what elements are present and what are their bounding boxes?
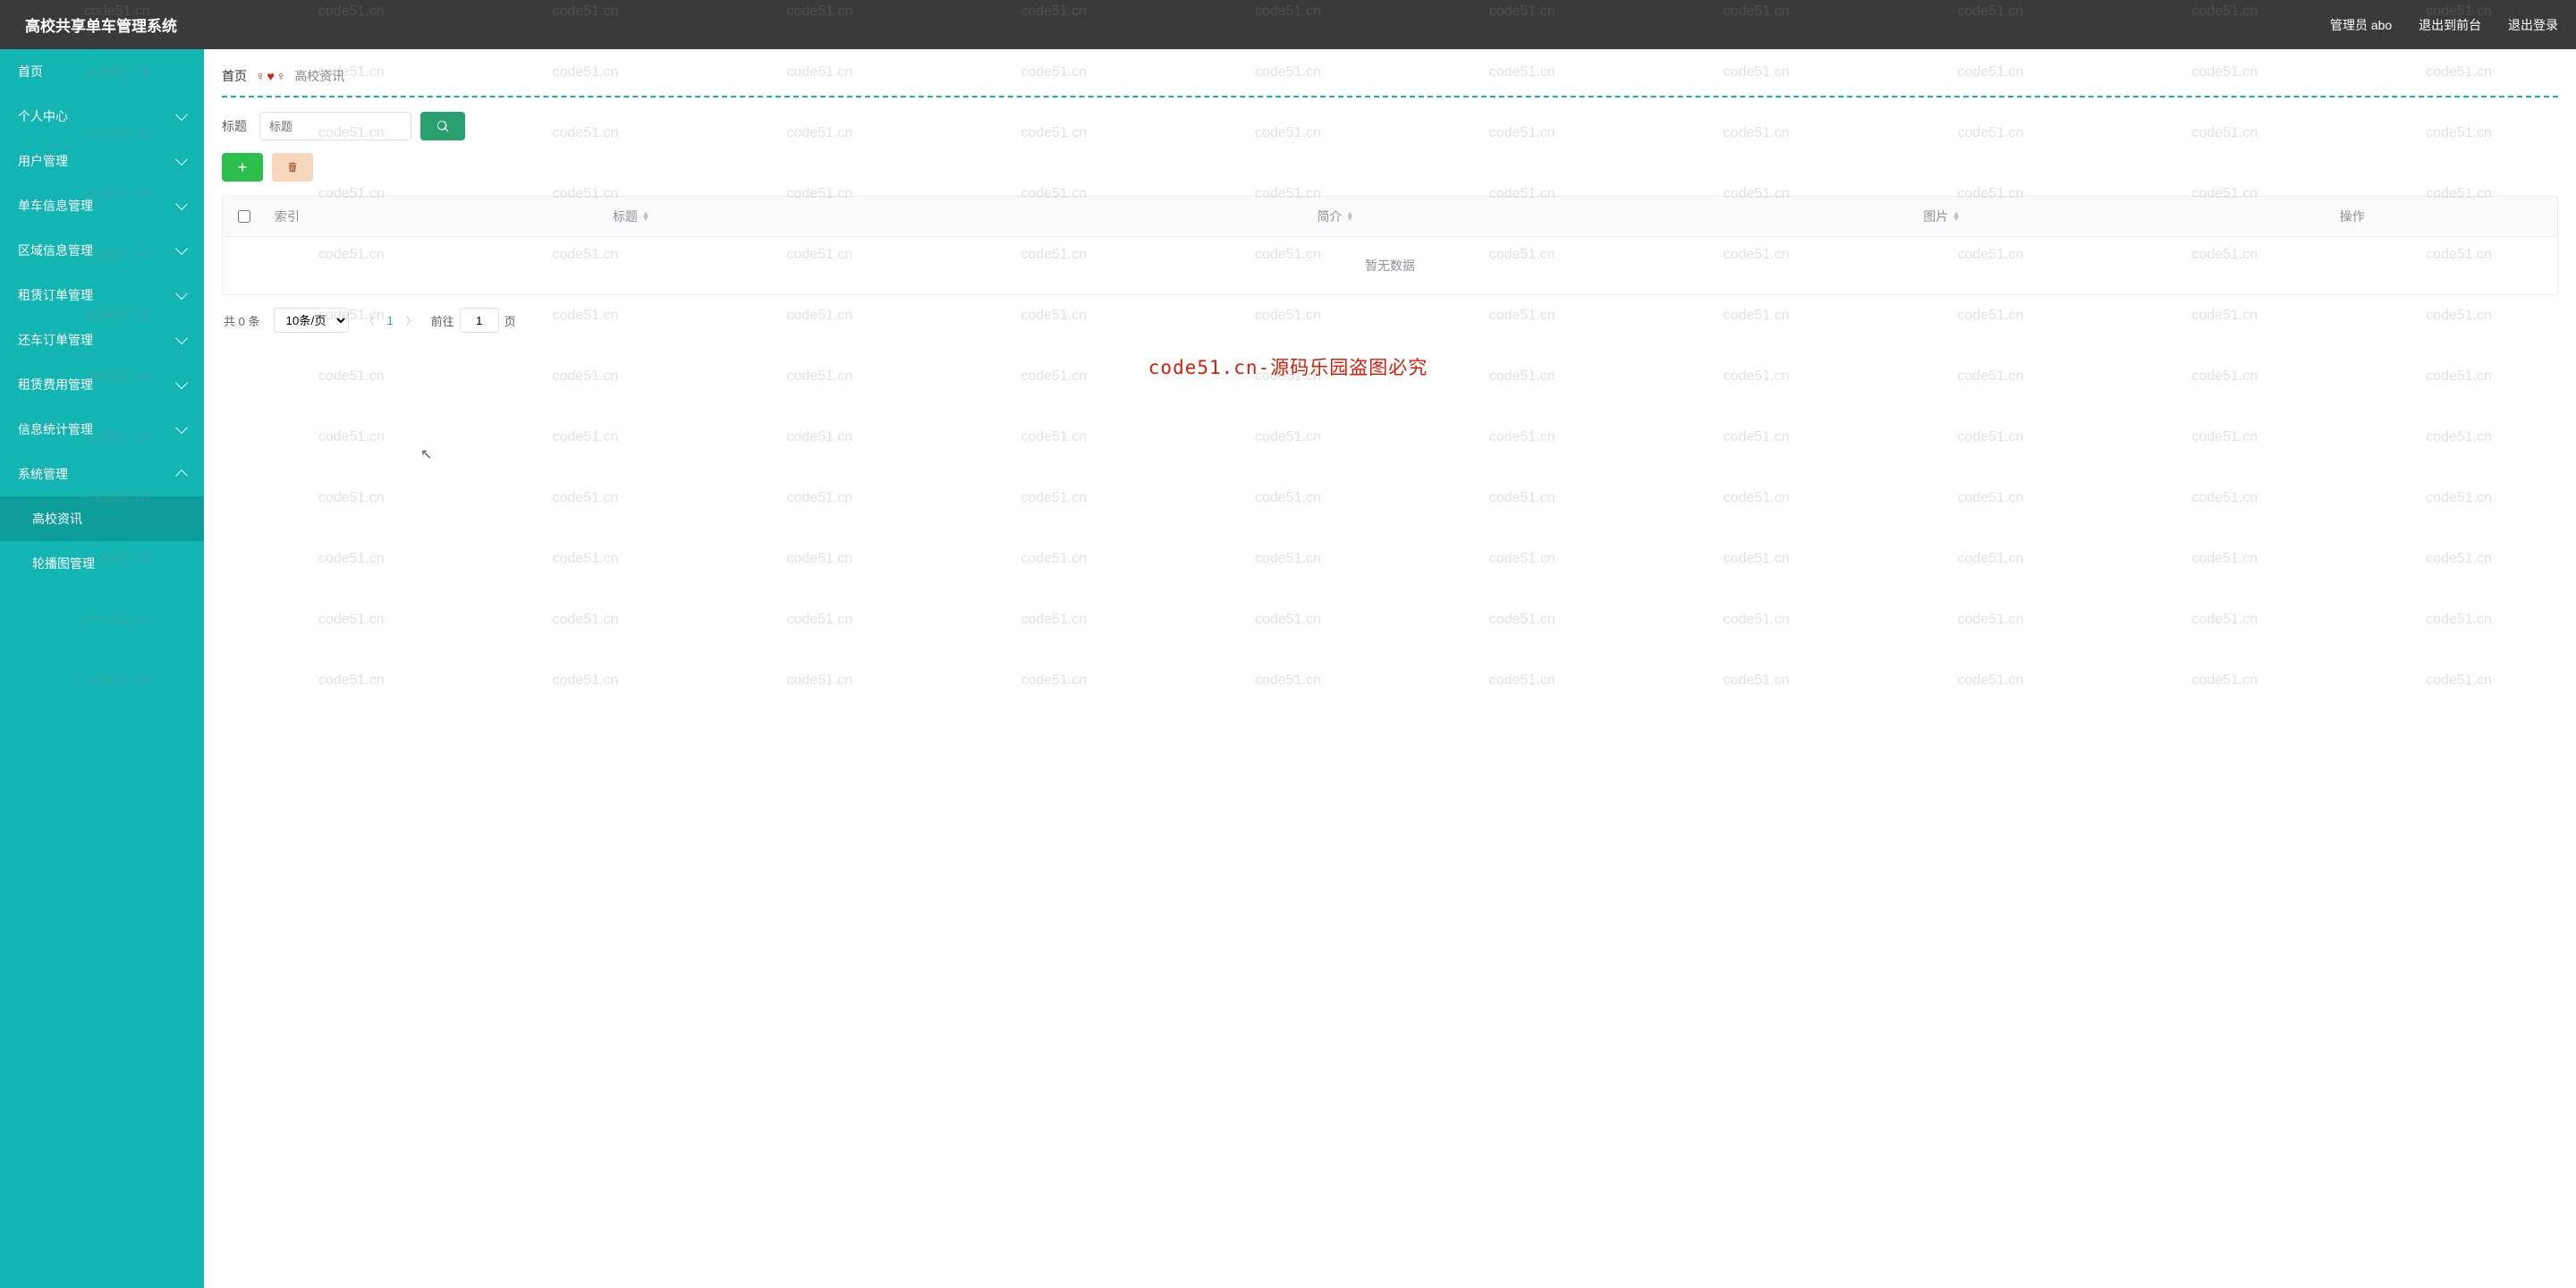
goto-label: 前往 [431,312,454,329]
chevron-down-icon [175,287,188,300]
sidebar-item-home[interactable]: 首页 [0,49,204,94]
sidebar-item-label: 区域信息管理 [18,242,93,259]
sort-icon: ▲▼ [1952,212,1961,221]
add-button[interactable]: + [222,153,263,182]
sidebar-item-rent-fee[interactable]: 租赁费用管理 [0,362,204,407]
chevron-down-icon [175,153,188,165]
pagination: 共 0 条 10条/页 〈 1 〉 前往 页 [222,295,2558,345]
th-checkbox[interactable] [223,197,266,236]
logout-link[interactable]: 退出登录 [2508,18,2558,32]
trash-icon [286,161,299,174]
current-page[interactable]: 1 [386,314,393,327]
table-header: 索引 标题 ▲▼ 简介 ▲▼ 图片 ▲▼ 操作 [223,197,2557,237]
breadcrumb-current: 高校资讯 [294,67,344,85]
goto-input[interactable] [460,308,499,333]
title-input[interactable] [259,112,411,140]
sidebar-subitem-carousel[interactable]: 轮播图管理 [0,541,204,586]
filter-label: 标题 [222,117,247,135]
next-page-button[interactable]: 〉 [406,313,417,328]
table-empty-text: 暂无数据 [223,237,2557,294]
sidebar-item-label: 单车信息管理 [18,197,93,215]
delete-button[interactable] [272,153,313,182]
chevron-down-icon [175,377,188,389]
th-summary[interactable]: 简介 ▲▼ [935,197,1737,236]
sort-icon: ▲▼ [1345,212,1354,221]
sidebar: 首页 个人中心 用户管理 单车信息管理 区域信息管理 租赁订单管理 还车订单管理… [0,49,204,1288]
breadcrumb-home[interactable]: 首页 [222,67,247,85]
select-all-checkbox[interactable] [238,210,250,223]
app-title: 高校共享单车管理系统 [25,13,177,36]
chevron-up-icon [175,470,188,482]
sidebar-item-system[interactable]: 系统管理 [0,452,204,496]
sidebar-item-return-order[interactable]: 还车订单管理 [0,318,204,362]
breadcrumb: 首页 ♀♥♀ 高校资讯 [222,60,2558,97]
pagination-total: 共 0 条 [224,312,259,329]
prev-page-button[interactable]: 〈 [363,313,374,328]
th-index[interactable]: 索引 [266,197,328,236]
sidebar-item-label: 系统管理 [18,465,68,483]
sidebar-item-label: 首页 [18,63,43,80]
breadcrumb-icon: ♀♥♀ [256,69,285,83]
sidebar-item-label: 轮播图管理 [32,555,95,572]
sidebar-item-label: 租赁订单管理 [18,286,93,304]
th-title[interactable]: 标题 ▲▼ [328,197,935,236]
main-content: 首页 ♀♥♀ 高校资讯 标题 + 索引 [204,49,2576,1288]
sidebar-subitem-news[interactable]: 高校资讯 [0,496,204,541]
page-size-select[interactable]: 10条/页 [274,308,349,333]
data-table: 索引 标题 ▲▼ 简介 ▲▼ 图片 ▲▼ 操作 暂无数据 [222,196,2558,295]
chevron-down-icon [175,421,188,434]
sidebar-item-label: 信息统计管理 [18,420,93,438]
th-image[interactable]: 图片 ▲▼ [1737,197,2148,236]
sidebar-item-label: 还车订单管理 [18,331,93,349]
th-action: 操作 [2147,197,2557,236]
search-icon [436,120,449,132]
chevron-down-icon [175,242,188,255]
chevron-down-icon [175,108,188,121]
sidebar-item-user-mgmt[interactable]: 用户管理 [0,139,204,183]
sidebar-item-label: 高校资讯 [32,510,82,528]
sidebar-item-label: 个人中心 [18,107,68,125]
exit-front-link[interactable]: 退出到前台 [2419,18,2481,32]
sidebar-item-label: 用户管理 [18,152,68,170]
sort-icon: ▲▼ [641,212,650,221]
sidebar-item-info-stats[interactable]: 信息统计管理 [0,407,204,452]
sidebar-item-rent-order[interactable]: 租赁订单管理 [0,273,204,318]
sidebar-item-personal[interactable]: 个人中心 [0,94,204,139]
sidebar-item-region[interactable]: 区域信息管理 [0,228,204,273]
sidebar-item-label: 租赁费用管理 [18,376,93,394]
admin-label[interactable]: 管理员 abo [2330,18,2392,32]
sidebar-item-bike-info[interactable]: 单车信息管理 [0,183,204,228]
chevron-down-icon [175,198,188,210]
goto-suffix: 页 [504,312,516,329]
chevron-down-icon [175,332,188,344]
search-button[interactable] [420,112,465,140]
